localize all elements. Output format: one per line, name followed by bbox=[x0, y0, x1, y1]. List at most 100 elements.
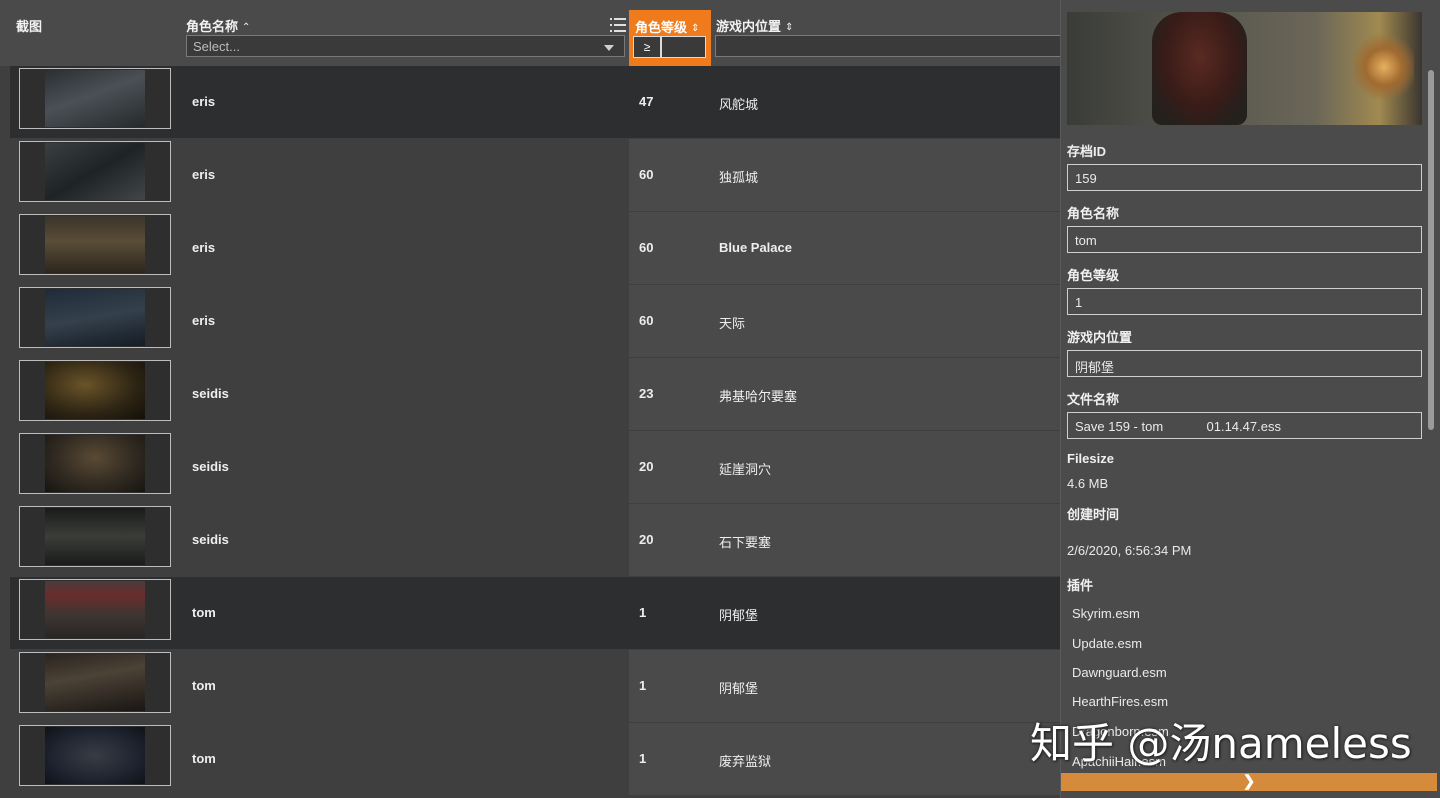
location-cell: 天际 bbox=[711, 285, 1060, 357]
column-location-title: 游戏内位置 bbox=[716, 19, 782, 34]
row-level: 1 bbox=[639, 605, 647, 620]
column-location-header[interactable]: 游戏内位置 ⇕ bbox=[716, 16, 793, 35]
location-cell: 延崖洞穴 bbox=[711, 431, 1060, 503]
column-level-title: 角色等级 bbox=[635, 20, 688, 35]
detail-panel: 存档ID 159 角色名称 tom 角色等级 1 游戏内位置 阴郁堡 文件名称 … bbox=[1060, 0, 1440, 798]
name-cell: tom bbox=[182, 577, 629, 649]
screenshot-thumbnail[interactable] bbox=[19, 725, 171, 786]
row-level: 60 bbox=[639, 240, 654, 255]
table-row[interactable]: eris 60 Blue Palace bbox=[10, 212, 1060, 284]
created-value: 2/6/2020, 6:56:34 PM bbox=[1067, 543, 1192, 558]
sort-updown-icon[interactable]: ⇕ bbox=[785, 22, 793, 33]
screenshot-cell bbox=[10, 650, 182, 722]
column-level-header[interactable]: 角色等级 ⇕ bbox=[635, 17, 699, 36]
sort-updown-icon[interactable]: ⇕ bbox=[691, 23, 699, 34]
name-cell: tom bbox=[182, 650, 629, 722]
screenshot-image bbox=[45, 435, 145, 492]
row-level: 60 bbox=[639, 167, 654, 182]
screenshot-thumbnail[interactable] bbox=[19, 433, 171, 494]
save-id-label: 存档ID bbox=[1067, 144, 1107, 159]
location-filter-input[interactable] bbox=[715, 35, 1060, 57]
row-level: 1 bbox=[639, 751, 647, 766]
table-row[interactable]: seidis 23 弗基哈尔要塞 bbox=[10, 358, 1060, 430]
level-cell: 1 bbox=[629, 650, 711, 722]
row-name: eris bbox=[192, 240, 216, 255]
location-cell: 独孤城 bbox=[711, 139, 1060, 211]
name-cell: seidis bbox=[182, 504, 629, 576]
screenshot-image bbox=[45, 581, 145, 638]
created-label: 创建时间 bbox=[1067, 507, 1120, 522]
column-menu-icon[interactable] bbox=[610, 18, 626, 32]
screenshot-thumbnail[interactable] bbox=[19, 68, 171, 129]
chevron-up-icon[interactable]: ⌃ bbox=[242, 22, 250, 33]
table-row[interactable]: seidis 20 石下要塞 bbox=[10, 504, 1060, 576]
column-location[interactable]: 游戏内位置 ⇕ bbox=[711, 0, 1060, 66]
location-cell: Blue Palace bbox=[711, 212, 1060, 284]
level-cell: 60 bbox=[629, 212, 711, 284]
screenshot-thumbnail[interactable] bbox=[19, 287, 171, 348]
row-level: 23 bbox=[639, 386, 654, 401]
filename-label: 文件名称 bbox=[1067, 392, 1120, 407]
screenshot-image bbox=[45, 362, 145, 419]
table-row[interactable]: eris 60 独孤城 bbox=[10, 139, 1060, 211]
name-field[interactable]: tom bbox=[1067, 226, 1422, 253]
filename-field[interactable]: Save 159 - tom 01.14.47.ess bbox=[1067, 412, 1422, 439]
name-cell: eris bbox=[182, 66, 629, 138]
table-row[interactable]: seidis 20 延崖洞穴 bbox=[10, 431, 1060, 503]
table-row[interactable]: eris 47 风舵城 bbox=[10, 66, 1060, 138]
screenshot-image bbox=[45, 654, 145, 711]
name-cell: eris bbox=[182, 285, 629, 357]
table-row[interactable]: tom 1 阴郁堡 bbox=[10, 650, 1060, 722]
column-level[interactable]: 角色等级 ⇕ ≥ bbox=[629, 10, 711, 66]
level-cell: 23 bbox=[629, 358, 711, 430]
table-row[interactable]: eris 60 天际 bbox=[10, 285, 1060, 357]
table-row[interactable]: tom 1 阴郁堡 bbox=[10, 577, 1060, 649]
level-field[interactable]: 1 bbox=[1067, 288, 1422, 315]
screenshot-thumbnail[interactable] bbox=[19, 360, 171, 421]
name-filter-select[interactable]: Select... bbox=[186, 35, 625, 57]
row-level: 20 bbox=[639, 459, 654, 474]
screenshot-thumbnail[interactable] bbox=[19, 141, 171, 202]
character-figure bbox=[1152, 12, 1247, 125]
location-field[interactable]: 阴郁堡 bbox=[1067, 350, 1422, 377]
row-name: tom bbox=[192, 605, 216, 620]
screenshot-cell bbox=[10, 504, 182, 576]
plugin-item: HearthFires.esm bbox=[1072, 694, 1169, 709]
name-label: 角色名称 bbox=[1067, 206, 1120, 221]
name-cell: eris bbox=[182, 212, 629, 284]
level-cell: 1 bbox=[629, 577, 711, 649]
screenshot-cell bbox=[10, 139, 182, 211]
location-label: 游戏内位置 bbox=[1067, 330, 1133, 345]
column-name[interactable]: 角色名称 ⌃ Select... bbox=[182, 0, 629, 66]
level-cell: 20 bbox=[629, 504, 711, 576]
name-cell: tom bbox=[182, 723, 629, 795]
row-location: Blue Palace bbox=[719, 240, 792, 255]
chevron-down-icon[interactable] bbox=[604, 45, 614, 51]
grid-header: 截图 角色名称 ⌃ Select... 角色等级 ⇕ ≥ 游戏内位置 ⇕ bbox=[0, 0, 1060, 66]
next-button[interactable]: ❯ bbox=[1061, 773, 1437, 791]
screenshot-thumbnail[interactable] bbox=[19, 579, 171, 640]
row-location: 石下要塞 bbox=[719, 535, 772, 550]
row-name: tom bbox=[192, 678, 216, 693]
screenshot-image bbox=[45, 70, 145, 127]
plugin-item: Skyrim.esm bbox=[1072, 606, 1140, 621]
level-filter-operator[interactable]: ≥ bbox=[633, 36, 661, 58]
level-cell: 1 bbox=[629, 723, 711, 795]
row-name: eris bbox=[192, 94, 216, 109]
row-name: seidis bbox=[192, 459, 229, 474]
panel-scrollbar[interactable] bbox=[1428, 70, 1434, 430]
screenshot-thumbnail[interactable] bbox=[19, 506, 171, 567]
name-cell: seidis bbox=[182, 431, 629, 503]
save-grid: 截图 角色名称 ⌃ Select... 角色等级 ⇕ ≥ 游戏内位置 ⇕ eri… bbox=[0, 0, 1060, 798]
column-name-header[interactable]: 角色名称 ⌃ bbox=[186, 16, 250, 35]
name-cell: eris bbox=[182, 139, 629, 211]
table-row[interactable]: tom 1 废弃监狱 bbox=[10, 723, 1060, 795]
row-level: 20 bbox=[639, 532, 654, 547]
screenshot-thumbnail[interactable] bbox=[19, 652, 171, 713]
level-filter-input[interactable] bbox=[661, 36, 706, 58]
row-location: 风舵城 bbox=[719, 97, 759, 112]
save-id-field[interactable]: 159 bbox=[1067, 164, 1422, 191]
torch-glow bbox=[1354, 32, 1414, 102]
row-level: 47 bbox=[639, 94, 654, 109]
screenshot-thumbnail[interactable] bbox=[19, 214, 171, 275]
